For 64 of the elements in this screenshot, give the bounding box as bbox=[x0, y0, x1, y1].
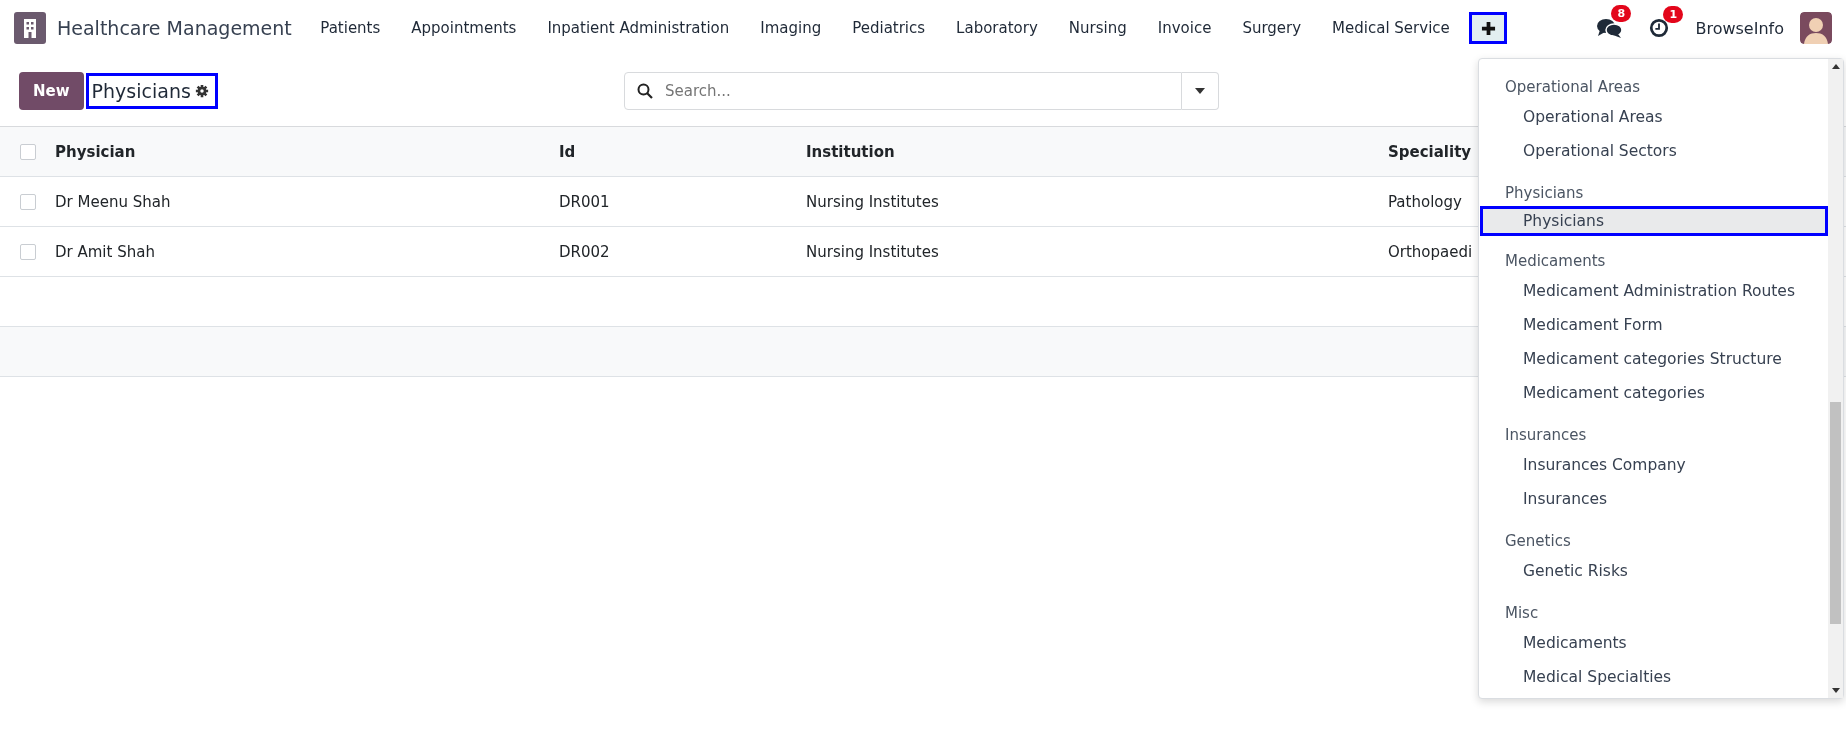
menu-group-header: Medicaments bbox=[1504, 251, 1607, 272]
dropdown-item[interactable]: Operational Sectors bbox=[1480, 134, 1828, 168]
chat-icon[interactable] bbox=[1597, 17, 1624, 39]
checkbox[interactable] bbox=[20, 143, 36, 160]
menu-group-header: Genetics bbox=[1504, 531, 1572, 552]
dropdown-item[interactable]: Genetic Risks bbox=[1480, 554, 1828, 588]
app-title[interactable]: Healthcare Management bbox=[57, 17, 292, 39]
menu-item[interactable]: Medical Service bbox=[1316, 19, 1466, 37]
menu-item[interactable]: Surgery bbox=[1226, 19, 1317, 37]
clock-icon[interactable] bbox=[1649, 18, 1670, 38]
menu-group-header: Physicians bbox=[1504, 183, 1585, 204]
column-header[interactable]: Id bbox=[559, 142, 576, 161]
new-button[interactable]: New bbox=[19, 72, 84, 110]
column-header[interactable]: Institution bbox=[806, 142, 895, 161]
hospital-icon[interactable] bbox=[14, 12, 46, 44]
search-field[interactable]: Search... bbox=[624, 72, 1182, 110]
column-header[interactable]: Physician bbox=[55, 142, 136, 161]
checkbox[interactable] bbox=[20, 193, 36, 210]
dropdown-item[interactable]: Insurances bbox=[1480, 482, 1828, 516]
search-options-button[interactable] bbox=[1182, 72, 1219, 110]
dropdown-item[interactable]: Operational Areas bbox=[1480, 100, 1828, 134]
menu-item[interactable]: Patients bbox=[304, 19, 396, 37]
menu-item[interactable]: Imaging bbox=[744, 19, 837, 37]
dropdown-item[interactable]: Medicaments bbox=[1480, 626, 1828, 660]
menu-item[interactable]: Appointments bbox=[395, 19, 532, 37]
table-cell: Pathology bbox=[1388, 192, 1462, 211]
dropdown-item[interactable]: Medical Specialties bbox=[1480, 660, 1828, 694]
scroll-up-icon[interactable] bbox=[1831, 64, 1840, 69]
user-name[interactable]: BrowseInfo bbox=[1695, 18, 1784, 38]
menu-group-header: Operational Areas bbox=[1504, 77, 1642, 98]
breadcrumb[interactable]: Physicians bbox=[91, 80, 191, 102]
table-cell: Orthopaedi bbox=[1388, 242, 1473, 261]
menu-item[interactable]: Nursing bbox=[1053, 19, 1143, 37]
menu-item[interactable]: Pediatrics bbox=[836, 19, 941, 37]
dropdown-item[interactable]: Medicament Administration Routes bbox=[1480, 274, 1828, 308]
menu-item[interactable]: Laboratory bbox=[940, 19, 1054, 37]
notification-badge: 8 bbox=[1611, 5, 1632, 22]
table-cell: DR002 bbox=[559, 242, 610, 261]
dropdown-item[interactable]: Medicament categories bbox=[1480, 376, 1828, 410]
caret-icon bbox=[1195, 88, 1205, 94]
checkbox[interactable] bbox=[20, 243, 36, 260]
table-cell: Nursing Institutes bbox=[806, 192, 939, 211]
scroll-down-icon[interactable] bbox=[1831, 688, 1840, 693]
table-cell: Dr Amit Shah bbox=[55, 242, 155, 261]
menu-item[interactable]: Inpatient Administration bbox=[531, 19, 745, 37]
plus-icon bbox=[1480, 20, 1496, 36]
column-header[interactable]: Speciality bbox=[1388, 142, 1472, 161]
table-cell: Nursing Institutes bbox=[806, 242, 939, 261]
dropdown-item[interactable]: Physicians bbox=[1480, 206, 1828, 236]
avatar-icon[interactable] bbox=[1800, 12, 1832, 44]
menu-group-header: Misc bbox=[1504, 603, 1540, 624]
menu-group-header: Insurances bbox=[1504, 425, 1588, 446]
scrollbar[interactable] bbox=[1828, 59, 1843, 698]
add-menu-button[interactable] bbox=[1469, 12, 1508, 44]
table-cell: Dr Meenu Shah bbox=[55, 192, 171, 211]
dropdown-item[interactable]: Medicament Form bbox=[1480, 308, 1828, 342]
gear-icon[interactable] bbox=[194, 84, 209, 98]
table-cell: DR001 bbox=[559, 192, 610, 211]
notification-badge: 1 bbox=[1663, 6, 1684, 23]
dropdown-item[interactable]: Medicament categories Structure bbox=[1480, 342, 1828, 376]
scrollbar-thumb[interactable] bbox=[1830, 402, 1841, 624]
menu-item[interactable]: Invoice bbox=[1142, 19, 1227, 37]
search-icon bbox=[637, 83, 653, 99]
dropdown-item[interactable]: Insurances Company bbox=[1480, 448, 1828, 482]
